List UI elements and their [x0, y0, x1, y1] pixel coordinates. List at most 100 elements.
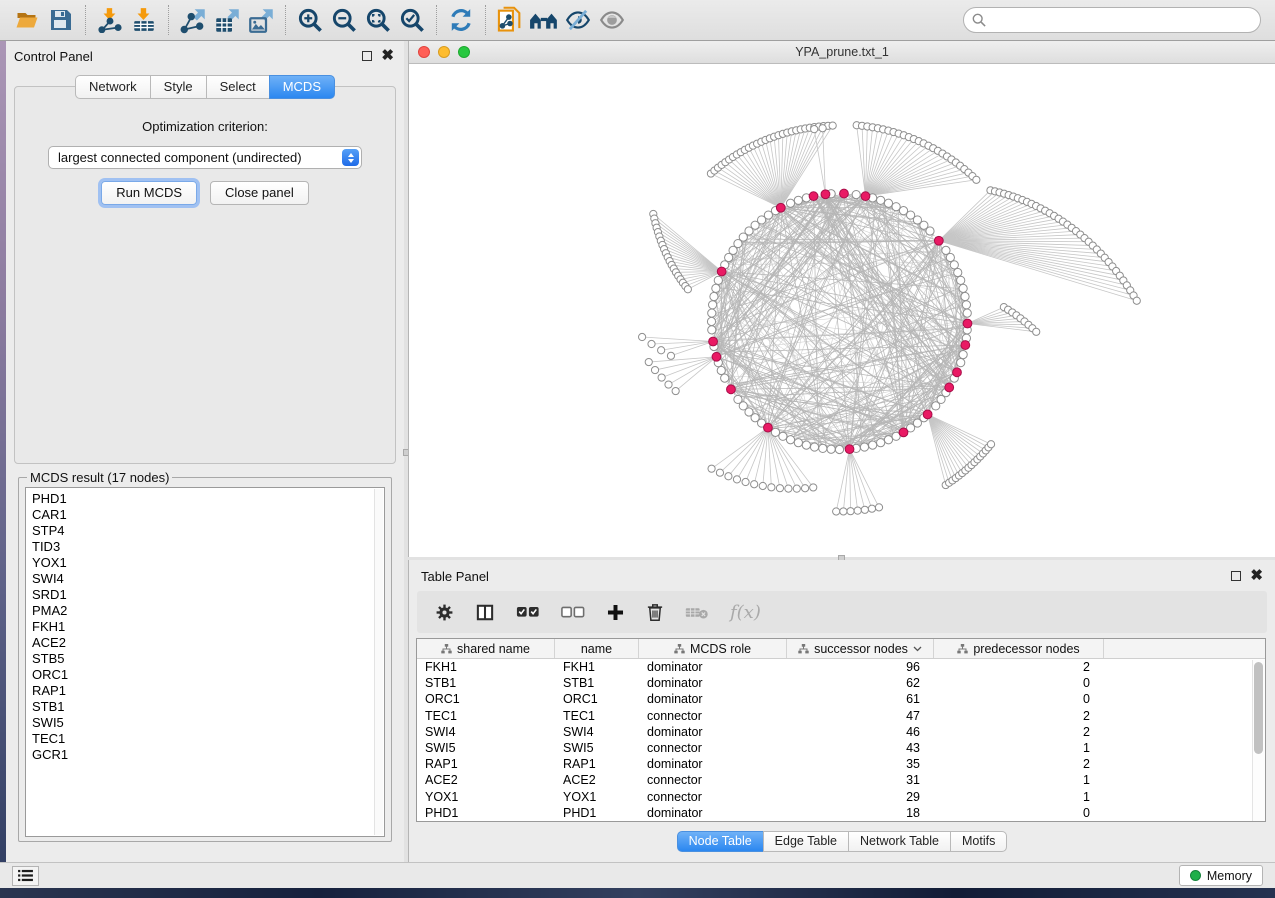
- zoom-in-button[interactable]: [293, 3, 327, 37]
- cell-predecessor-nodes: 2: [934, 660, 1104, 674]
- node-table: shared name name MCDS rolesuccessor nodes p…: [416, 638, 1266, 822]
- checkbox-unchecked-icon[interactable]: [561, 604, 585, 621]
- tab-edge-table[interactable]: Edge Table: [763, 831, 848, 852]
- save-session-button[interactable]: [44, 3, 78, 37]
- mcds-result-item[interactable]: ORC1: [32, 667, 384, 683]
- table-scrollbar-thumb[interactable]: [1254, 662, 1263, 754]
- binoculars-button[interactable]: [527, 3, 561, 37]
- zoom-out-icon: [331, 7, 358, 34]
- checkbox-checked-icon[interactable]: [516, 604, 540, 621]
- table-row[interactable]: TEC1TEC1connector472: [417, 708, 1265, 724]
- import-table-button[interactable]: [127, 3, 161, 37]
- table-row[interactable]: STB1STB1dominator620: [417, 675, 1265, 691]
- cell-successor-nodes: 62: [787, 676, 934, 690]
- tab-style[interactable]: Style: [150, 75, 206, 99]
- criterion-select[interactable]: largest connected component (undirected): [48, 146, 362, 169]
- table-row[interactable]: ORC1ORC1dominator610: [417, 691, 1265, 707]
- mcds-result-item[interactable]: SRD1: [32, 587, 384, 603]
- table-row[interactable]: PHD1PHD1dominator180: [417, 805, 1265, 821]
- new-network-from-selection-button[interactable]: [493, 3, 527, 37]
- zoom-selected-icon: [399, 7, 426, 34]
- tab-node-table[interactable]: Node Table: [677, 831, 763, 852]
- mcds-result-item[interactable]: STP4: [32, 523, 384, 539]
- float-panel-icon[interactable]: [362, 51, 372, 61]
- mcds-result-list[interactable]: PHD1CAR1STP4TID3YOX1SWI4SRD1PMA2FKH1ACE2…: [25, 487, 385, 837]
- zoom-out-button[interactable]: [327, 3, 361, 37]
- mcds-result-title: MCDS result (17 nodes): [27, 470, 172, 485]
- mcds-result-item[interactable]: PMA2: [32, 603, 384, 619]
- mcds-result-item[interactable]: TEC1: [32, 731, 384, 747]
- cell-successor-nodes: 43: [787, 741, 934, 755]
- run-mcds-button[interactable]: Run MCDS: [101, 181, 197, 205]
- mcds-result-item[interactable]: PHD1: [32, 491, 384, 507]
- table-row[interactable]: FKH1FKH1dominator962: [417, 659, 1265, 675]
- mcds-result-item[interactable]: FKH1: [32, 619, 384, 635]
- network-title: YPA_prune.txt_1: [409, 45, 1275, 59]
- toolbar-separator: [436, 5, 437, 35]
- tab-network-table[interactable]: Network Table: [848, 831, 950, 852]
- mcds-result-item[interactable]: GCR1: [32, 747, 384, 763]
- table-row[interactable]: SWI5SWI5connector431: [417, 740, 1265, 756]
- close-panel-icon[interactable]: ✖: [1250, 571, 1263, 581]
- export-table-button[interactable]: [210, 3, 244, 37]
- trash-icon[interactable]: [646, 602, 664, 622]
- mcds-result-item[interactable]: YOX1: [32, 555, 384, 571]
- cell-mcds-role: connector: [639, 741, 787, 755]
- hide-selected-button[interactable]: [561, 3, 595, 37]
- mcds-result-item[interactable]: RAP1: [32, 683, 384, 699]
- search-input[interactable]: [963, 7, 1261, 33]
- toolbar-separator: [285, 5, 286, 35]
- mcds-result-item[interactable]: SWI5: [32, 715, 384, 731]
- memory-button[interactable]: Memory: [1179, 865, 1263, 886]
- gear-icon[interactable]: [435, 603, 454, 622]
- export-image-button[interactable]: [244, 3, 278, 37]
- export-image-icon: [248, 7, 275, 34]
- zoom-fit-button[interactable]: [361, 3, 395, 37]
- close-panel-button[interactable]: Close panel: [210, 181, 309, 205]
- network-canvas[interactable]: [409, 64, 1275, 557]
- namespace-icon: [798, 644, 809, 654]
- table-row[interactable]: YOX1YOX1connector291: [417, 789, 1265, 805]
- search-icon: [972, 13, 986, 27]
- float-panel-icon[interactable]: [1231, 571, 1241, 581]
- mcds-list-scrollbar[interactable]: [374, 489, 383, 835]
- zoom-in-icon: [297, 7, 324, 34]
- hide-eye-icon: [564, 7, 592, 33]
- column-header-mcds-role[interactable]: MCDS role: [639, 639, 787, 658]
- plus-icon[interactable]: [606, 603, 625, 622]
- export-network-button[interactable]: [176, 3, 210, 37]
- open-session-icon: [14, 8, 41, 32]
- column-header-shared-name[interactable]: shared name: [417, 639, 555, 658]
- open-session-button[interactable]: [10, 3, 44, 37]
- tab-network[interactable]: Network: [75, 75, 150, 99]
- two-columns-icon[interactable]: [475, 603, 495, 622]
- column-label: predecessor nodes: [973, 642, 1079, 656]
- tab-mcds[interactable]: MCDS: [269, 75, 335, 99]
- memory-label: Memory: [1207, 869, 1252, 883]
- mcds-result-item[interactable]: SWI4: [32, 571, 384, 587]
- mcds-result-item[interactable]: TID3: [32, 539, 384, 555]
- zoom-selected-button[interactable]: [395, 3, 429, 37]
- table-row[interactable]: ACE2ACE2connector311: [417, 772, 1265, 788]
- mcds-result-item[interactable]: CAR1: [32, 507, 384, 523]
- table-scrollbar[interactable]: [1252, 660, 1265, 821]
- show-hidden-button[interactable]: [595, 3, 629, 37]
- table-row[interactable]: SWI4SWI4dominator462: [417, 724, 1265, 740]
- column-label: name: [581, 642, 612, 656]
- sort-desc-icon: [913, 646, 922, 652]
- show-panels-button[interactable]: [12, 866, 39, 886]
- column-header-predecessor-nodes[interactable]: predecessor nodes: [934, 639, 1104, 658]
- cell-name: RAP1: [555, 757, 639, 771]
- close-panel-icon[interactable]: ✖: [381, 51, 394, 61]
- mcds-result-item[interactable]: STB1: [32, 699, 384, 715]
- tab-select[interactable]: Select: [206, 75, 269, 99]
- network-titlebar[interactable]: YPA_prune.txt_1: [409, 41, 1275, 64]
- column-header-name[interactable]: name: [555, 639, 639, 658]
- refresh-button[interactable]: [444, 3, 478, 37]
- mcds-result-item[interactable]: ACE2: [32, 635, 384, 651]
- tab-motifs[interactable]: Motifs: [950, 831, 1007, 852]
- import-network-button[interactable]: [93, 3, 127, 37]
- column-header-successor-nodes[interactable]: successor nodes: [787, 639, 934, 658]
- mcds-result-item[interactable]: STB5: [32, 651, 384, 667]
- table-row[interactable]: RAP1RAP1dominator352: [417, 756, 1265, 772]
